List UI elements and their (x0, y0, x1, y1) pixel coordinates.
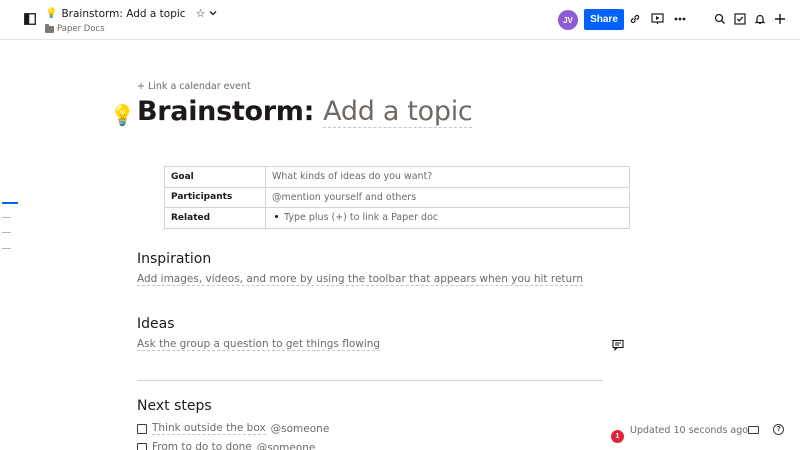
bullet-icon (275, 215, 278, 219)
updated-status: Updated 10 seconds ago (630, 425, 749, 436)
table-row: Related Type plus (+) to link a Paper do… (164, 207, 630, 229)
lightbulb-emoji: 💡 (45, 8, 58, 19)
lightbulb-emoji-large: 💡 (110, 103, 135, 127)
bell-icon[interactable] (753, 12, 767, 26)
table-value-goal[interactable]: What kinds of ideas do you want? (265, 166, 630, 188)
outline-marker-active[interactable] (2, 202, 18, 204)
divider (137, 380, 603, 381)
table-key-goal: Goal (164, 166, 266, 188)
star-icon[interactable]: ☆ (196, 7, 206, 20)
heading-ideas[interactable]: Ideas (137, 316, 175, 332)
table-key-participants: Participants (164, 186, 266, 208)
doc-title-row: 💡 Brainstorm: Add a topic ☆ (45, 7, 217, 20)
heading-next-steps[interactable]: Next steps (137, 398, 212, 414)
ideas-placeholder[interactable]: Ask the group a question to get things f… (137, 338, 381, 351)
related-placeholder: Type plus (+) to link a Paper doc (284, 212, 439, 224)
outline-marker[interactable] (2, 217, 11, 218)
share-button[interactable]: Share (584, 9, 624, 30)
table-row: Goal What kinds of ideas do you want? (164, 166, 630, 188)
todo-mention[interactable]: @someone (257, 442, 316, 450)
table-value-participants[interactable]: @mention yourself and others (265, 186, 630, 208)
todo-text[interactable]: From to do to done (152, 441, 252, 450)
breadcrumb[interactable]: Paper Docs (45, 23, 105, 34)
table-value-related[interactable]: Type plus (+) to link a Paper doc (265, 207, 630, 229)
chevron-down-icon[interactable] (209, 9, 217, 18)
todo-checkbox[interactable] (137, 442, 147, 450)
notification-badge[interactable]: 1 (611, 430, 624, 443)
folder-icon (45, 23, 54, 33)
help-icon[interactable]: ? (773, 424, 784, 435)
table-row: Participants @mention yourself and other… (164, 186, 630, 208)
todo-item: Think outside the box @someone (137, 422, 329, 435)
search-icon[interactable] (713, 12, 727, 26)
table-key-related: Related (164, 207, 266, 229)
top-bar: 💡 Brainstorm: Add a topic ☆ Paper Docs J… (0, 0, 800, 40)
checklist-icon[interactable] (733, 12, 747, 26)
todo-mention[interactable]: @someone (271, 423, 330, 435)
todo-checkbox[interactable] (137, 423, 147, 434)
sidebar-toggle-icon[interactable] (24, 13, 36, 25)
title-placeholder[interactable]: Add a topic (323, 96, 473, 128)
page-title[interactable]: Brainstorm: Add a topic (137, 96, 473, 128)
comment-icon[interactable] (612, 339, 624, 351)
breadcrumb-folder[interactable]: Paper Docs (57, 24, 105, 34)
info-table: Goal What kinds of ideas do you want? Pa… (164, 166, 630, 229)
present-icon[interactable] (650, 12, 664, 26)
doc-title[interactable]: Brainstorm: Add a topic (61, 8, 185, 20)
more-icon[interactable] (673, 12, 687, 26)
heading-inspiration[interactable]: Inspiration (137, 251, 211, 267)
link-icon[interactable] (628, 12, 642, 26)
todo-item: From to do to done @someone (137, 441, 315, 450)
inspiration-placeholder[interactable]: Add images, videos, and more by using th… (137, 273, 583, 286)
link-calendar-event[interactable]: + Link a calendar event (137, 81, 251, 92)
outline-marker[interactable] (2, 248, 11, 249)
todo-text[interactable]: Think outside the box (152, 422, 266, 435)
keyboard-shortcuts-icon[interactable] (748, 426, 759, 434)
avatar[interactable]: JV (558, 10, 578, 30)
outline-marker[interactable] (2, 232, 11, 233)
plus-icon[interactable] (773, 12, 787, 26)
title-prefix: Brainstorm: (137, 96, 324, 127)
